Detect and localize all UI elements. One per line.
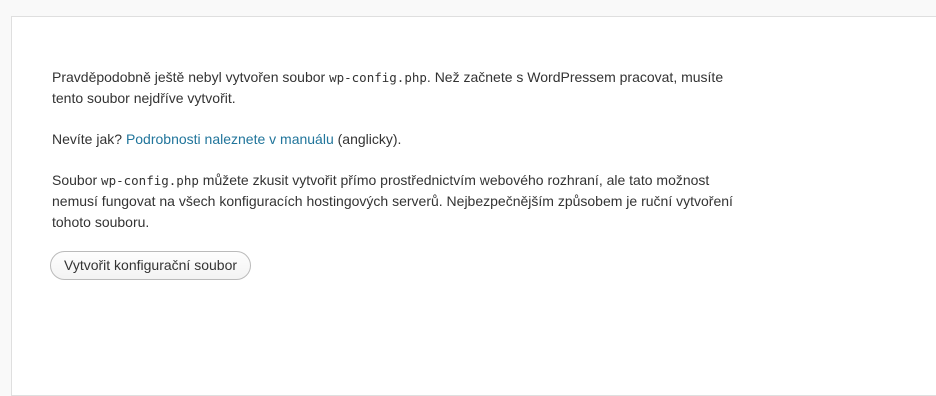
notice-text: tento soubor nejdříve vytvořit. <box>52 90 236 106</box>
notice-text: . Než začnete s WordPressem pracovat, mu… <box>426 69 724 85</box>
help-text: (anglicky). <box>333 131 402 147</box>
help-notice: Nevíte jak? Podrobnosti naleznete v manu… <box>52 129 912 150</box>
missing-config-notice: Pravděpodobně ještě nebyl vytvořen soubo… <box>52 67 912 109</box>
setup-content: Pravděpodobně ještě nebyl vytvořen soubo… <box>50 67 912 280</box>
info-text: tohoto souboru. <box>52 214 150 230</box>
info-text: Soubor <box>52 172 102 188</box>
notice-text: Pravděpodobně ještě nebyl vytvořen soubo… <box>52 69 330 85</box>
info-text: můžete zkusit vytvořit přímo prostřednic… <box>198 172 710 188</box>
setup-panel: Pravděpodobně ještě nebyl vytvořen soubo… <box>11 16 936 396</box>
create-config-button[interactable]: Vytvořit konfigurační soubor <box>50 251 252 280</box>
config-filename: wp-config.php <box>329 70 427 85</box>
help-text: Nevíte jak? <box>52 131 126 147</box>
config-filename: wp-config.php <box>101 173 199 188</box>
info-text: nemusí fungovat na všech konfiguracích h… <box>52 193 733 209</box>
create-config-info: Soubor wp-config.php můžete zkusit vytvo… <box>52 170 912 233</box>
manual-link[interactable]: Podrobnosti naleznete v manuálu <box>126 131 334 147</box>
